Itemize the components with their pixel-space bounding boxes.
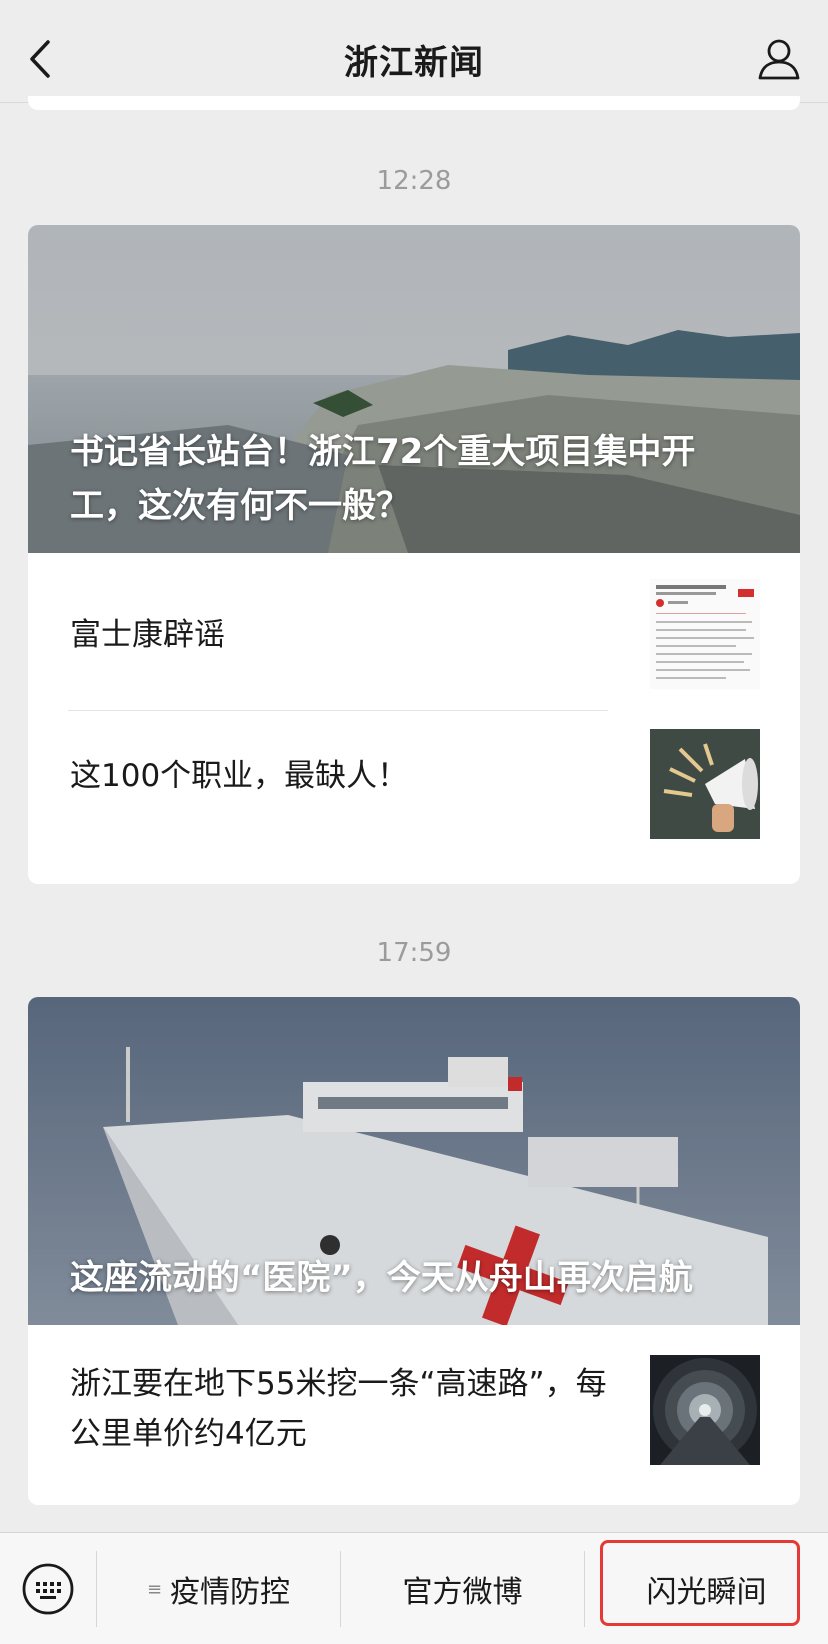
hero-title: 书记省长站台！浙江72个重大项目集中开工，这次有何不一般？ [70, 432, 696, 526]
previous-card-edge [28, 96, 800, 110]
article-title: 这100个职业，最缺人！ [70, 758, 409, 794]
article-title: 富士康辟谣 [70, 617, 225, 653]
news-card: 这座流动的“医院”，今天从舟山再次启航 浙江要在地下55米挖一条“高速路”，每公… [28, 997, 800, 1505]
news-card: 书记省长站台！浙江72个重大项目集中开工，这次有何不一般？ 富士康辟谣 这100… [28, 225, 800, 884]
person-icon [758, 39, 800, 80]
hero-article[interactable]: 这座流动的“医院”，今天从舟山再次启航 [28, 997, 800, 1325]
hero-article[interactable]: 书记省长站台！浙江72个重大项目集中开工，这次有何不一般？ [28, 225, 800, 553]
menu-item-official-weibo[interactable]: 官方微博 [341, 1533, 584, 1644]
menu-item-label: 官方微博 [402, 1575, 523, 1610]
timestamp: 17:59 [376, 938, 452, 968]
menu-item-epidemic-control[interactable]: ≡ 疫情防控 [97, 1533, 340, 1644]
keyboard-toggle-button[interactable] [20, 1561, 76, 1617]
highlight-box [600, 1540, 800, 1626]
list-item[interactable]: 浙江要在地下55米挖一条“高速路”，每公里单价约4亿元 [28, 1325, 800, 1505]
document-thumbnail-icon [650, 579, 760, 689]
keyboard-icon [22, 1563, 74, 1615]
menu-item-label: 疫情防控 [170, 1575, 291, 1610]
hero-title: 这座流动的“医院”，今天从舟山再次启航 [70, 1258, 693, 1298]
page-title: 浙江新闻 [344, 43, 484, 83]
profile-button[interactable] [756, 36, 802, 82]
timestamp: 12:28 [376, 166, 452, 196]
article-title: 浙江要在地下55米挖一条“高速路”，每公里单价约4亿元 [70, 1366, 607, 1452]
megaphone-thumbnail-icon [650, 729, 760, 839]
top-nav-bar: 浙江新闻 [0, 0, 828, 103]
list-item[interactable]: 这100个职业，最缺人！ [28, 711, 800, 884]
list-item[interactable]: 富士康辟谣 [28, 553, 800, 711]
tunnel-thumbnail-icon [650, 1355, 760, 1465]
submenu-icon: ≡ [146, 1578, 163, 1600]
wechat-official-account-page: 浙江新闻 12:28 书记省长站台！浙江72个重大项目集中开工，这次有何不一般？… [0, 0, 828, 1644]
